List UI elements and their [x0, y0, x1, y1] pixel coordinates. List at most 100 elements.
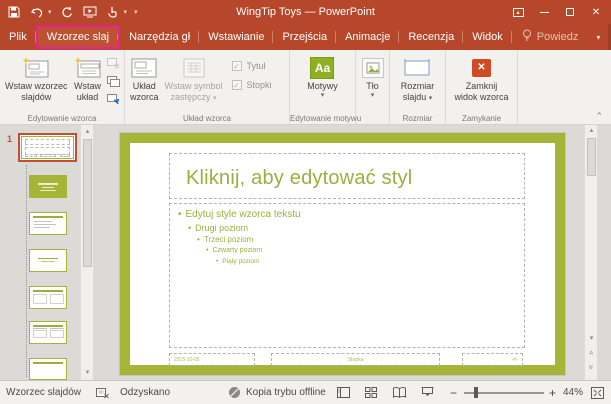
tell-me-label: Powiedz: [537, 31, 579, 43]
scroll-up-icon[interactable]: ▴: [585, 125, 598, 137]
zoom-in-icon[interactable]: +: [549, 381, 556, 404]
next-slide-icon[interactable]: «: [585, 361, 598, 373]
close-master-x-icon: ✕: [472, 59, 491, 77]
slide-size-icon: [403, 55, 431, 81]
minimize-icon[interactable]: [533, 3, 555, 21]
insert-layout-button[interactable]: Wstawukład: [71, 53, 105, 112]
group-label: Zamykanie: [446, 114, 517, 123]
layout-thumbnail-section[interactable]: [29, 249, 67, 272]
group-tlo: Tło ▾: [356, 50, 390, 124]
slide-number-label: 1: [7, 134, 12, 144]
offline-copy-label: Kopia trybu offline: [246, 381, 326, 404]
normal-view-icon[interactable]: [337, 381, 350, 404]
checkbox-tytul[interactable]: ✓ Tytuł: [232, 61, 272, 71]
insert-placeholder-button[interactable]: Wstaw symbolzastępczy ▾: [162, 53, 226, 112]
themes-button[interactable]: Aa Motywy ▾: [304, 53, 341, 112]
layout-thumbnail-title-slide[interactable]: [29, 175, 67, 198]
layout-thumbnail-title-content[interactable]: [29, 212, 67, 235]
zoom-level-label[interactable]: 44%: [563, 381, 583, 404]
group-edytowanie-motywu: Aa Motywy ▾ Edytowanie motywu: [290, 50, 356, 124]
checkbox-stopki[interactable]: ✓ Stopki: [232, 80, 272, 90]
rename-master-icon[interactable]: [106, 74, 121, 88]
powerpoint-window: ▾ ▾ ▾ WingTip Toys — PowerPoint ▴ ✕ Plik…: [0, 0, 611, 404]
layout-thumbnail-comparison[interactable]: [29, 321, 67, 344]
maximize-icon[interactable]: [559, 3, 581, 21]
spellcheck-icon[interactable]: [96, 381, 109, 404]
collapse-ribbon-icon[interactable]: ⌃: [595, 111, 603, 122]
scroll-down-icon[interactable]: ▾: [585, 333, 598, 345]
bullet-level-2: •Drugi poziom: [188, 223, 248, 233]
insert-slide-master-icon: [22, 55, 50, 81]
tab-narzedzia-glowne[interactable]: Narzędzia gł: [120, 24, 199, 50]
slideshow-view-icon[interactable]: [421, 381, 434, 404]
close-master-view-button[interactable]: ✕ Zamknijwidok wzorca: [451, 53, 511, 112]
layout-thumbnail-title-only[interactable]: [29, 358, 67, 380]
title-placeholder-text: Kliknij, aby edytować styl: [186, 167, 412, 189]
tell-me-dropdown-icon[interactable]: ▾: [588, 24, 608, 50]
title-bar: ▾ ▾ ▾ WingTip Toys — PowerPoint ▴ ✕: [0, 0, 611, 24]
preserve-master-icon[interactable]: [106, 92, 121, 106]
scrollbar-thumb[interactable]: [587, 138, 596, 176]
scroll-up-icon[interactable]: ▴: [81, 126, 94, 138]
group-zamykanie: ✕ Zamknijwidok wzorca Zamykanie: [446, 50, 518, 124]
slide-canvas[interactable]: Kliknij, aby edytować styl •Edytuj style…: [120, 133, 565, 375]
tab-plik[interactable]: Plik: [0, 24, 36, 50]
zoom-out-icon[interactable]: −: [450, 381, 457, 404]
status-bar: Wzorzec slajdów Odzyskano Kopia trybu of…: [0, 380, 611, 404]
tab-animacje[interactable]: Animacje: [336, 24, 399, 50]
fit-to-window-icon[interactable]: [591, 381, 604, 404]
tab-wzorzec-slajdow[interactable]: Wzorzec slaj: [36, 25, 120, 49]
date-placeholder[interactable]: 2015-10-05: [169, 353, 255, 366]
scrollbar-thumb[interactable]: [83, 139, 92, 267]
tell-me-box[interactable]: Powiedz: [512, 24, 589, 50]
checkbox-stopki-box: ✓: [232, 80, 242, 90]
slide-sorter-icon[interactable]: [365, 381, 377, 404]
zoom-slider-handle[interactable]: [474, 387, 478, 398]
insert-slide-master-button[interactable]: Wstaw wzorzecslajdów: [2, 53, 71, 112]
footer-placeholder[interactable]: Stopka: [271, 353, 440, 366]
thumbnail-scrollbar[interactable]: ▴ ▾: [80, 125, 93, 380]
slide-size-button[interactable]: Rozmiarslajdu ▾: [398, 53, 438, 112]
content-area: 1: [0, 125, 611, 380]
tab-widok[interactable]: Widok: [463, 24, 512, 50]
slide-thumbnail-panel: 1: [0, 125, 95, 380]
view-status-label: Wzorzec slajdów: [6, 381, 81, 404]
bullet-level-1: •Edytuj style wzorca tekstu: [178, 209, 301, 220]
themes-aa-icon: Aa: [310, 57, 334, 79]
reading-view-icon[interactable]: [393, 381, 406, 404]
title-placeholder[interactable]: Kliknij, aby edytować styl: [169, 153, 525, 199]
group-rozmiar: Rozmiarslajdu ▾ Rozmiar: [390, 50, 446, 124]
master-small-buttons: [105, 53, 122, 112]
ribbon: Wstaw wzorzecslajdów Wstawukład Edy: [0, 50, 611, 125]
group-label: Układ wzorca: [125, 114, 289, 123]
scroll-down-icon[interactable]: ▾: [81, 367, 94, 379]
layout-thumbnail-two-content[interactable]: [29, 286, 67, 309]
master-layout-button[interactable]: Układwzorca: [127, 53, 162, 112]
ribbon-display-options-icon[interactable]: ▴: [507, 3, 529, 21]
window-controls: ▴ ✕: [507, 0, 607, 24]
tab-przejscia[interactable]: Przejścia: [273, 24, 336, 50]
bullet-level-5: •Piąty poziom: [216, 258, 260, 265]
background-button[interactable]: Tło ▾: [359, 53, 387, 112]
group-edytowanie-wzorca: Wstaw wzorzecslajdów Wstawukład Edy: [0, 50, 125, 124]
ribbon-tab-bar: Plik Wzorzec slaj Narzędzia gł Wstawiani…: [0, 24, 611, 50]
slide-master-thumbnail[interactable]: [18, 133, 77, 162]
offline-icon: [228, 381, 241, 404]
lightbulb-icon: [522, 29, 532, 45]
group-label: Edytowanie wzorca: [0, 114, 124, 123]
tab-recenzja[interactable]: Recenzja: [399, 24, 463, 50]
recovered-label[interactable]: Odzyskano: [120, 381, 170, 404]
checkbox-tytul-box: ✓: [232, 61, 242, 71]
checkbox-tytul-label: Tytuł: [247, 61, 266, 71]
master-layout-checkboxes: ✓ Tytuł ✓ Stopki: [226, 53, 276, 112]
slide-number-placeholder[interactable]: ‹#›: [462, 353, 523, 366]
previous-slide-icon[interactable]: «: [585, 347, 598, 359]
close-icon[interactable]: ✕: [585, 3, 607, 21]
slide-editing-area: Kliknij, aby edytować styl •Edytuj style…: [95, 125, 597, 380]
main-scrollbar[interactable]: ▴ ▾ « «: [584, 125, 597, 380]
group-uklad-wzorca: Układwzorca Wstaw symbolzastępczy ▾ ✓ Ty…: [125, 50, 290, 124]
body-placeholder[interactable]: •Edytuj style wzorca tekstu •Drugi pozio…: [169, 203, 525, 348]
tab-wstawianie[interactable]: Wstawianie: [199, 24, 273, 50]
delete-master-icon[interactable]: [106, 56, 121, 70]
insert-placeholder-icon: [182, 55, 206, 81]
